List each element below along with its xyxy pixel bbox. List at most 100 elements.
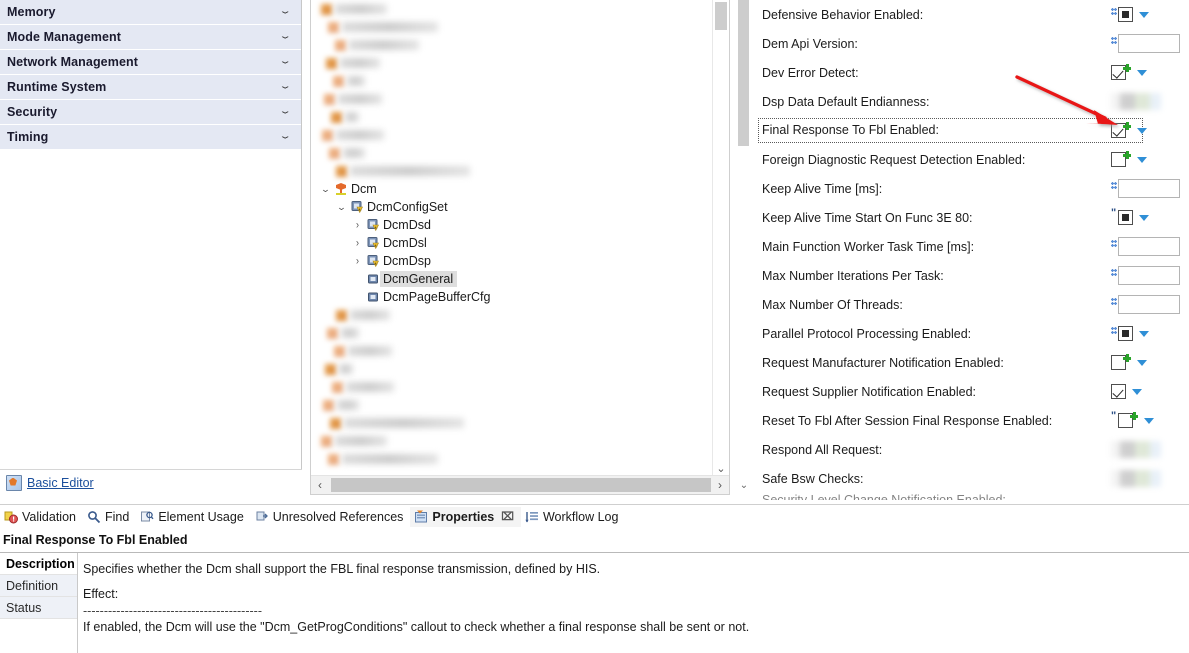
chevron-down-icon[interactable] xyxy=(1144,417,1154,424)
property-label: Foreign Diagnostic Request Detection Ena… xyxy=(762,152,1026,167)
tree-node-dcmconfigset[interactable]: ⌄ DcmConfigSet xyxy=(311,198,713,216)
property-row: Dev Error Detect: xyxy=(750,58,1189,87)
property-label: Parallel Protocol Processing Enabled: xyxy=(762,326,972,341)
chevron-right-icon[interactable]: › xyxy=(351,255,364,266)
property-checkbox[interactable] xyxy=(1118,7,1133,22)
property-label-wrap: Parallel Protocol Processing Enabled: xyxy=(762,325,971,343)
chevron-right-icon[interactable]: › xyxy=(351,219,364,230)
view-tab-workflow-log[interactable]: Workflow Log xyxy=(521,507,626,527)
chevron-double-down-icon[interactable]: ⌄ xyxy=(278,107,291,117)
redacted-icon xyxy=(336,309,347,321)
description-tab-description[interactable]: Description xyxy=(0,553,77,575)
property-redacted-value[interactable] xyxy=(1111,93,1161,110)
workflow-log-icon xyxy=(525,510,539,524)
view-tab-validation[interactable]: Validation xyxy=(0,507,83,527)
tree-node-dcmdsp[interactable]: › DcmDsp xyxy=(311,252,713,270)
green-plus-icon xyxy=(1130,412,1138,420)
accordion-item-runtime-system[interactable]: Runtime System ⌄ xyxy=(0,75,301,100)
chevron-double-down-icon[interactable]: ⌄ xyxy=(278,7,291,17)
accordion-item-timing[interactable]: Timing ⌄ xyxy=(0,125,301,150)
property-text-input[interactable] xyxy=(1118,179,1180,198)
tree-node-dcmdsl[interactable]: › DcmDsl xyxy=(311,234,713,252)
leaf-container-icon xyxy=(364,290,381,304)
property-text-input[interactable] xyxy=(1118,266,1180,285)
chevron-double-down-icon[interactable]: ⌄ xyxy=(278,32,291,42)
tree-node-dcmdsd[interactable]: › DcmDsd xyxy=(311,216,713,234)
chevron-down-icon[interactable] xyxy=(1132,388,1142,395)
property-label-wrap: Security Level Change Notification Enabl… xyxy=(762,493,1006,500)
chevron-down-icon[interactable]: ⌄ xyxy=(317,184,335,194)
drag-handle-icon[interactable] xyxy=(1111,297,1117,305)
property-redacted-value[interactable] xyxy=(1111,441,1161,458)
accordion-item-mode-management[interactable]: Mode Management ⌄ xyxy=(0,25,301,50)
property-text-input[interactable] xyxy=(1118,295,1180,314)
properties-scrollbar-thumb[interactable] xyxy=(738,0,749,146)
tree-node-label: DcmDsp xyxy=(383,254,431,268)
drag-handle-icon[interactable] xyxy=(1111,181,1117,189)
chevron-down-icon[interactable] xyxy=(1137,156,1147,163)
chevron-double-down-icon[interactable]: ⌄ xyxy=(278,57,291,67)
redacted-icon xyxy=(321,435,332,447)
view-tab-unresolved-references[interactable]: Unresolved References xyxy=(251,507,411,527)
property-row: Foreign Diagnostic Request Detection Ena… xyxy=(750,145,1189,174)
accordion-item-network-management[interactable]: Network Management ⌄ xyxy=(0,50,301,75)
redacted-label xyxy=(345,112,359,122)
drag-handle-icon[interactable] xyxy=(1111,239,1117,247)
chevron-double-down-icon[interactable]: ⌄ xyxy=(278,132,291,142)
accordion-item-security[interactable]: Security ⌄ xyxy=(0,100,301,125)
chevron-down-icon[interactable] xyxy=(1139,214,1149,221)
chevron-down-icon[interactable] xyxy=(1137,127,1147,134)
tree-scroll-area[interactable]: ⌄Dcm⌄DcmConfigSet›DcmDsd›DcmDsl›DcmDsp›D… xyxy=(311,0,713,476)
chevron-right-icon[interactable]: › xyxy=(351,237,364,248)
property-text-input[interactable] xyxy=(1118,34,1180,53)
chevron-right-icon[interactable]: › xyxy=(711,478,729,492)
chevron-double-down-icon[interactable]: ⌄ xyxy=(278,82,291,92)
tree-horizontal-scrollbar-thumb[interactable] xyxy=(331,478,711,492)
drag-handle-icon[interactable] xyxy=(1111,7,1117,15)
description-tab-status[interactable]: Status xyxy=(0,597,77,619)
accordion-item-memory[interactable]: Memory ⌄ xyxy=(0,0,301,25)
description-tab-definition[interactable]: Definition xyxy=(0,575,77,597)
chevron-down-icon[interactable] xyxy=(1137,69,1147,76)
property-label: Dem Api Version: xyxy=(762,36,858,51)
view-tab-element-usage[interactable]: Element Usage xyxy=(136,507,250,527)
property-row: Security Level Change Notification Enabl… xyxy=(750,493,1189,500)
property-label: Request Manufacturer Notification Enable… xyxy=(762,355,1004,370)
redacted-icon xyxy=(328,453,339,465)
tree-vertical-scrollbar[interactable]: ⌄ xyxy=(712,0,729,476)
property-row: Keep Alive Time [ms]: xyxy=(750,174,1189,203)
chevron-down-icon[interactable] xyxy=(1137,359,1147,366)
basic-editor-bar[interactable]: Basic Editor xyxy=(0,469,302,495)
close-icon[interactable]: ⌧ xyxy=(501,510,514,523)
property-label-wrap: Request Supplier Notification Enabled: xyxy=(762,383,976,401)
property-checkbox[interactable] xyxy=(1111,384,1126,399)
property-control xyxy=(1111,29,1189,58)
chevron-left-icon[interactable]: ‹ xyxy=(311,478,329,492)
property-label: Dev Error Detect: xyxy=(762,65,859,80)
view-tab-properties[interactable]: Properties ⌧ xyxy=(410,506,521,527)
tree-hscroll-track[interactable] xyxy=(329,478,711,492)
property-text-input[interactable] xyxy=(1118,237,1180,256)
view-tab-find[interactable]: Find xyxy=(83,507,136,527)
tree-node-dcmpagebuffercfg[interactable]: ›DcmPageBufferCfg xyxy=(311,288,713,306)
tree-horizontal-scrollbar[interactable]: ‹ › xyxy=(311,475,729,494)
tree-node-dcm[interactable]: ⌄ Dcm xyxy=(311,180,713,198)
basic-editor-link[interactable]: Basic Editor xyxy=(27,476,94,490)
drag-handle-icon[interactable] xyxy=(1111,268,1117,276)
chevron-down-icon[interactable] xyxy=(1139,330,1149,337)
drag-handle-icon[interactable] xyxy=(1111,326,1117,334)
chevron-down-icon[interactable]: ⌄ xyxy=(713,460,729,476)
properties-vertical-scrollbar[interactable]: ⌄ xyxy=(738,0,750,500)
drag-handle-icon[interactable] xyxy=(1111,36,1117,44)
quote-marker-icon: " xyxy=(1111,410,1117,422)
chevron-down-icon[interactable] xyxy=(1139,11,1149,18)
property-control xyxy=(1111,145,1189,174)
tree-node-dcmgeneral[interactable]: ›DcmGeneral xyxy=(311,270,713,288)
property-redacted-value[interactable] xyxy=(1111,470,1161,487)
chevron-down-icon[interactable]: ⌄ xyxy=(738,478,750,492)
property-control xyxy=(1111,319,1189,348)
property-checkbox[interactable] xyxy=(1118,326,1133,341)
property-checkbox[interactable] xyxy=(1118,210,1133,225)
tree-vertical-scrollbar-thumb[interactable] xyxy=(715,2,727,30)
chevron-down-icon[interactable]: ⌄ xyxy=(333,202,351,212)
